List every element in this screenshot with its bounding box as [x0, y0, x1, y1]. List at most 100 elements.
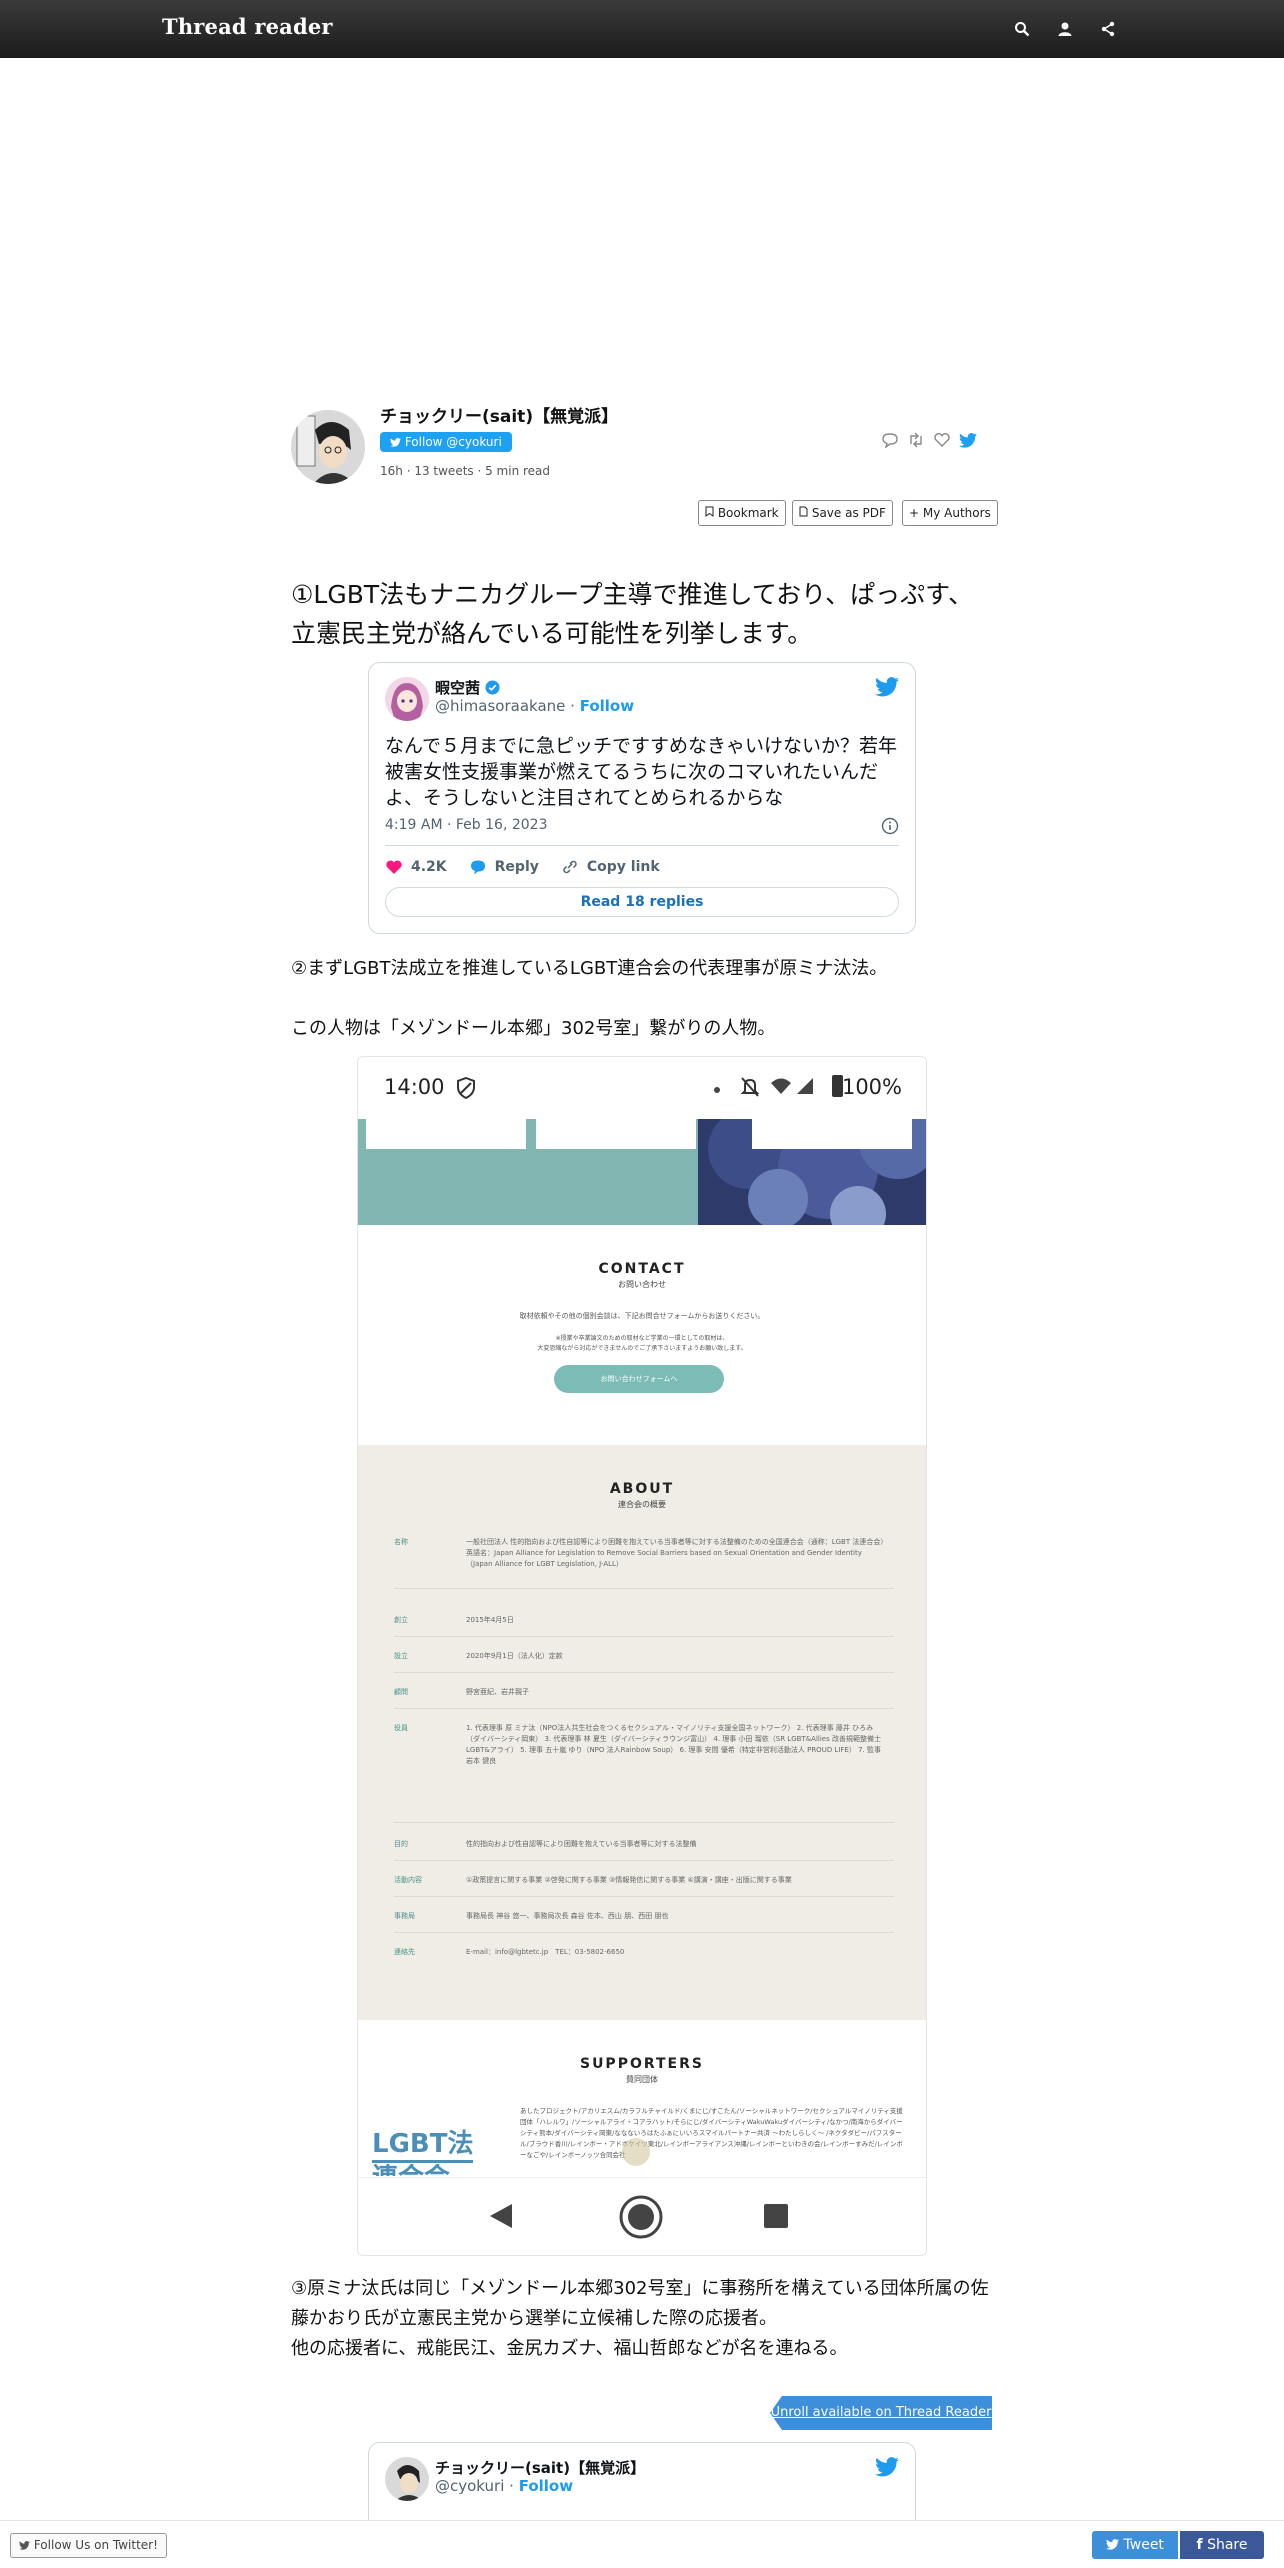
- contact-section: CONTACT お問い合わせ 取材依頼やその他の個別会談は、下記お問合せフォーム…: [358, 1225, 926, 1445]
- bookmark-icon: [705, 506, 714, 517]
- twitter-bird-icon: [390, 438, 401, 447]
- tweet-share-button[interactable]: Tweet: [1092, 2531, 1178, 2559]
- embed-copy-link-button[interactable]: Copy link: [561, 859, 660, 875]
- follow-us-button[interactable]: Follow Us on Twitter!: [10, 2533, 167, 2558]
- my-authors-label: My Authors: [922, 506, 991, 520]
- about-value: ①政策提言に関する事業 ②啓発に関する事業 ③情報発信に関する事業 ④講演・講座…: [466, 1876, 792, 1884]
- embed-timestamp[interactable]: 4:19 AM · Feb 16, 2023: [385, 817, 547, 833]
- phone-time: 14:00: [384, 1075, 445, 1099]
- twitter-logo-icon[interactable]: [875, 677, 899, 701]
- website-hero-image: [358, 1119, 926, 1225]
- file-pdf-icon: [799, 506, 808, 517]
- like-icon[interactable]: [932, 430, 952, 450]
- about-row: 連絡先 E-mail：info@lgbtetc.jp TEL：03-5802-66…: [394, 1947, 894, 1969]
- tweet-count: 13 tweets: [403, 464, 474, 478]
- thread-age: 16h: [380, 464, 403, 478]
- embed-avatar[interactable]: [385, 677, 429, 721]
- about-key: 名称: [394, 1538, 408, 1546]
- about-row: 役員 1. 代表理事 原 ミナ汰（NPO法人共生社会をつくるセクシュアル・マイノリ…: [394, 1723, 894, 1823]
- user-icon[interactable]: [1053, 17, 1077, 41]
- facebook-icon: f: [1196, 2537, 1203, 2553]
- about-subtitle: 連合会の概要: [618, 1500, 666, 1509]
- my-authors-button[interactable]: + My Authors: [902, 500, 998, 526]
- phone-nav-bar: [358, 2177, 926, 2255]
- bookmark-button[interactable]: Bookmark: [698, 500, 786, 526]
- embed2-avatar[interactable]: [385, 2457, 429, 2501]
- author-name[interactable]: チョックリー(sait)【無覚派】: [380, 402, 618, 427]
- supporters-title: SUPPORTERS: [579, 2056, 704, 2072]
- about-value: E-mail：info@lgbtetc.jp TEL：03-5802-6650: [466, 1948, 625, 1956]
- link-icon: [563, 860, 577, 874]
- about-value: 1. 代表理事 原 ミナ汰（NPO法人共生社会をつくるセクシュアル・マイノリティ…: [466, 1724, 881, 1765]
- supporters-subtitle: 賛同団体: [626, 2075, 658, 2084]
- reply-icon[interactable]: [880, 430, 900, 450]
- contact-note-1: ※授業や卒業論文のための取材など学業の一環としての取材は、: [555, 1335, 729, 1342]
- follow-label: Follow @cyokuri: [404, 435, 502, 449]
- contact-note-2: 大変恐縮ながら対応ができませんのでご了承下さいますようお願い致します。: [537, 1345, 747, 1352]
- about-key: 顧問: [394, 1688, 408, 1696]
- read-time: 5 min read: [474, 464, 550, 478]
- embed2-handle[interactable]: @cyokuri: [435, 2477, 504, 2495]
- about-value: 事務局長 神谷 悠一、事務局次長 森谷 佐本、西山 朋、西田 朋也: [466, 1912, 669, 1920]
- author-avatar[interactable]: [291, 410, 365, 484]
- embed-reply-button[interactable]: Reply: [469, 859, 539, 875]
- about-key: 役員: [394, 1724, 408, 1732]
- follow-us-label: Follow Us on Twitter!: [33, 2538, 158, 2552]
- embed-tweet-text: なんで５月までに急ピッチですすめなきゃいけないか？若年被害女性支援事業が燃えてる…: [385, 735, 898, 809]
- search-icon[interactable]: [1010, 17, 1034, 41]
- about-value: 野宮亜紀、岩井親子: [466, 1688, 529, 1696]
- save-pdf-button[interactable]: Save as PDF: [792, 500, 893, 526]
- retweet-icon[interactable]: [906, 430, 926, 450]
- thread-tweet-2: ②まずLGBT法成立を推進しているLGBT連合会の代表理事が原ミナ汰法。: [291, 958, 888, 979]
- contact-text: 取材依頼やその他の個別会談は、下記お問合せフォームからお送りください。: [519, 1312, 765, 1320]
- thread-tweet-1: ①LGBT法もナニカグループ主導で推進しており、ぱっぷす、立憲民主党が絡んでいる…: [291, 580, 974, 648]
- embed-handle[interactable]: @himasoraakane: [435, 697, 565, 715]
- supporters-logo: LGBT法: [372, 2128, 474, 2163]
- follow-author-button[interactable]: Follow @cyokuri: [380, 432, 512, 452]
- thread-tweet-2-line2: この人物は「メゾンドール本郷」302号室」繋がりの人物。: [291, 1018, 776, 1039]
- plus-icon: +: [909, 506, 920, 520]
- embed-copy-link-label: Copy link: [586, 859, 660, 875]
- share-icon[interactable]: [1096, 17, 1120, 41]
- contact-form-button[interactable]: お問い合わせフォームへ: [554, 1365, 724, 1393]
- about-row: 名称 一般社団法人 性的指向および性自認等により困難を抱えている当事者等に対する法…: [394, 1537, 894, 1589]
- save-pdf-label: Save as PDF: [811, 506, 886, 520]
- embed-author-name[interactable]: 暇空茜: [435, 677, 500, 698]
- embed2-author-name[interactable]: チョックリー(sait)【無覚派】: [435, 2457, 645, 2478]
- supporters-logo-2: 連合会: [372, 2164, 450, 2176]
- about-value: 一般社団法人 性的指向および性自認等により困難を抱えている当事者等に対する法整備…: [466, 1538, 884, 1568]
- about-row: 創立 2015年4月5日: [394, 1615, 894, 1637]
- thread-meta: 16h13 tweets5 min read: [380, 464, 550, 478]
- unroll-banner[interactable]: Unroll available on Thread Reader: [770, 2396, 992, 2430]
- attached-screenshot[interactable]: 14:00 100% CONTACT お問い合わせ 取材依頼やその他の個別会談は…: [357, 1056, 927, 2256]
- contact-title: CONTACT: [598, 1261, 686, 1277]
- twitter-bird-icon[interactable]: [958, 430, 978, 450]
- about-key: 創立: [394, 1616, 408, 1624]
- read-replies-button[interactable]: Read 18 replies: [385, 887, 899, 917]
- bookmark-label: Bookmark: [717, 506, 779, 520]
- contact-subtitle: お問い合わせ: [618, 1280, 666, 1289]
- about-row: 顧問 野宮亜紀、岩井親子: [394, 1687, 894, 1709]
- supporters-list: あしたプロジェクト/アカリエスム/カラフルチャイルド/くまにじ/すこたん/ソーシ…: [520, 2107, 903, 2159]
- about-value: 性的指向および性自認等により困難を抱えている当事者等に対する法整備: [466, 1840, 697, 1848]
- brand-logo[interactable]: Thread reader: [162, 14, 333, 39]
- about-row: 活動内容 ①政策提言に関する事業 ②啓発に関する事業 ③情報発信に関する事業 ④講…: [394, 1875, 894, 1897]
- thread-tweet-3-line2: 他の応援者に、戒能民江、金尻カズナ、福山哲郎などが名を連ねる。: [291, 2338, 848, 2359]
- embed-like-button[interactable]: 4.2K: [385, 859, 447, 875]
- about-section: ABOUT 連合会の概要 名称 一般社団法人 性的指向および性自認等により困難を抱…: [358, 1445, 926, 2020]
- touch-indicator-icon: [622, 2138, 650, 2166]
- about-key: 連絡先: [394, 1948, 415, 1956]
- info-icon[interactable]: [881, 817, 899, 839]
- back-icon: [488, 2202, 514, 2234]
- recents-icon: [764, 2204, 788, 2228]
- top-navbar: Thread reader: [0, 0, 1284, 58]
- about-key: 設立: [394, 1652, 408, 1660]
- facebook-share-button[interactable]: f Share: [1180, 2531, 1264, 2559]
- embed2-follow-link[interactable]: Follow: [519, 2477, 573, 2495]
- embedded-tweet[interactable]: 暇空茜 @himasoraakane · Follow なんで５月までに急ピッチ…: [368, 662, 916, 934]
- embed-follow-link[interactable]: Follow: [580, 697, 634, 715]
- twitter-logo-icon[interactable]: [875, 2457, 899, 2481]
- about-key: 活動内容: [394, 1876, 422, 1884]
- embed-like-count: 4.2K: [411, 859, 447, 875]
- embed-actions: 4.2K Reply Copy link: [385, 859, 660, 875]
